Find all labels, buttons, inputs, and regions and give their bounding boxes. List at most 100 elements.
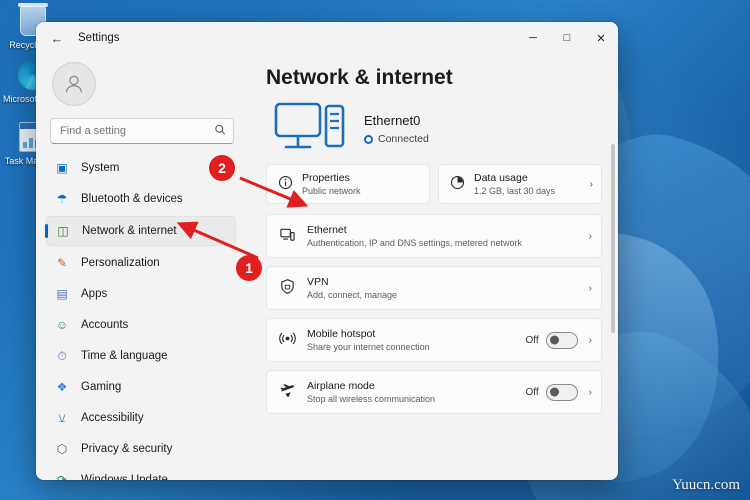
- maximize-icon: □: [563, 32, 571, 44]
- chevron-right-icon: ›: [588, 282, 592, 294]
- accounts-person-icon: ☺: [55, 318, 69, 332]
- window-body: ▣ System ☂ Bluetooth & devices ◫ Network…: [36, 54, 618, 480]
- quick-card-title: Properties: [302, 172, 350, 184]
- sidebar-item-gaming[interactable]: ❖ Gaming: [46, 373, 236, 401]
- vpn-shield-icon: [278, 278, 296, 298]
- maximize-button[interactable]: □: [550, 22, 584, 54]
- connection-status-label: Connected: [378, 133, 429, 145]
- connection-name: Ethernet0: [364, 113, 421, 128]
- apps-icon: ▤: [56, 287, 68, 301]
- page-title: Network & internet: [266, 66, 453, 89]
- sidebar-item-time-language[interactable]: ⏱ Time & language: [46, 342, 236, 370]
- settings-list: Ethernet Authentication, IP and DNS sett…: [266, 214, 602, 414]
- scrollbar-thumb[interactable]: [611, 144, 615, 333]
- list-item-title: Ethernet: [307, 223, 347, 236]
- search-icon: [214, 124, 226, 139]
- window-controls: ─ □ ✕: [516, 22, 618, 54]
- quick-card-subtitle: Public network: [302, 186, 361, 196]
- list-item-subtitle: Share your internet connection: [307, 341, 430, 352]
- accessibility-icon: ⚺: [58, 410, 66, 425]
- chevron-right-icon: ›: [588, 334, 592, 346]
- list-item-ethernet[interactable]: Ethernet Authentication, IP and DNS sett…: [266, 214, 602, 258]
- sidebar-item-label: Accessibility: [81, 412, 144, 424]
- connection-status: Connected: [364, 133, 429, 145]
- back-button[interactable]: ←: [42, 24, 72, 52]
- toggle-group: Off: [525, 383, 578, 401]
- properties-card[interactable]: Properties Public network: [266, 164, 430, 204]
- shield-icon: ⬡: [56, 442, 68, 456]
- data-usage-card[interactable]: Data usage 1.2 GB, last 30 days ›: [438, 164, 602, 204]
- sidebar-item-label: Privacy & security: [81, 443, 173, 455]
- sidebar: ▣ System ☂ Bluetooth & devices ◫ Network…: [36, 54, 244, 480]
- info-icon: [277, 175, 293, 193]
- clock-icon: ⏱: [57, 348, 67, 363]
- sidebar-item-apps[interactable]: ▤ Apps: [46, 280, 236, 308]
- sidebar-item-windows-update[interactable]: ⟳ Windows Update: [46, 466, 236, 480]
- window-titlebar: ← Settings ─ □ ✕: [36, 22, 618, 54]
- sidebar-item-privacy-security[interactable]: ⬡ Privacy & security: [46, 435, 236, 463]
- system-icon: ▣: [56, 161, 68, 175]
- list-item-subtitle: Add, connect, manage: [307, 289, 398, 300]
- avatar: [52, 62, 96, 106]
- list-item-mobile-hotspot[interactable]: Mobile hotspot Share your internet conne…: [266, 318, 602, 362]
- search-container: [50, 118, 234, 144]
- search-input[interactable]: [50, 118, 234, 144]
- network-monitor-icon: [274, 100, 348, 158]
- content-scrollbar[interactable]: [611, 62, 615, 472]
- settings-window: ← Settings ─ □ ✕ Find a setting ▣ System…: [36, 22, 618, 480]
- bluetooth-icon: ☂: [56, 192, 68, 206]
- sidebar-item-label: Network & internet: [82, 225, 177, 237]
- network-icon: ◫: [57, 224, 69, 238]
- sidebar-item-label: Personalization: [81, 257, 160, 269]
- list-item-title: Mobile hotspot: [307, 327, 376, 340]
- quick-actions-row: Properties Public network Data usage 1.2…: [266, 164, 602, 204]
- sidebar-item-label: Windows Update: [81, 474, 168, 480]
- chevron-right-icon: ›: [588, 230, 592, 242]
- toggle-state-label: Off: [525, 386, 539, 398]
- sidebar-item-label: Accounts: [81, 319, 129, 331]
- annotation-marker-2: 2: [209, 155, 235, 181]
- list-item-subtitle: Authentication, IP and DNS settings, met…: [307, 237, 522, 248]
- annotation-marker-1: 1: [236, 255, 262, 281]
- list-item-title: Airplane mode: [307, 379, 375, 392]
- chevron-right-icon: ›: [588, 386, 592, 398]
- sidebar-item-accounts[interactable]: ☺ Accounts: [46, 311, 236, 339]
- quick-card-subtitle: 1.2 GB, last 30 days: [474, 186, 556, 196]
- sidebar-item-accessibility[interactable]: ⚺ Accessibility: [46, 404, 236, 432]
- toggle-state-label: Off: [525, 334, 539, 346]
- sidebar-item-label: Time & language: [81, 350, 168, 362]
- toggle-group: Off: [525, 331, 578, 349]
- status-dot-icon: [364, 134, 373, 144]
- watermark: Yuucn.com: [672, 477, 740, 493]
- back-arrow-icon: ←: [50, 30, 64, 46]
- list-item-vpn[interactable]: VPN Add, connect, manage ›: [266, 266, 602, 310]
- close-icon: ✕: [596, 32, 606, 45]
- window-title: Settings: [78, 32, 120, 44]
- airplane-icon: [278, 382, 296, 402]
- minimize-button[interactable]: ─: [516, 22, 550, 54]
- chevron-right-icon: ›: [589, 178, 593, 190]
- gaming-controller-icon: ❖: [56, 380, 68, 394]
- close-button[interactable]: ✕: [584, 22, 618, 54]
- data-usage-icon: [449, 175, 465, 193]
- sidebar-item-label: Apps: [81, 288, 108, 300]
- update-refresh-icon: ⟳: [56, 473, 68, 480]
- quick-card-title: Data usage: [474, 172, 528, 184]
- desktop: Recycle Bin Microsoft Edge Task Manager …: [0, 0, 750, 500]
- hotspot-icon: [278, 330, 296, 350]
- list-item-title: VPN: [307, 275, 329, 288]
- mobile-hotspot-toggle[interactable]: [545, 331, 578, 349]
- sidebar-item-label: System: [81, 162, 120, 174]
- list-item-airplane-mode[interactable]: Airplane mode Stop all wireless communic…: [266, 370, 602, 414]
- minimize-icon: ─: [529, 32, 537, 44]
- sidebar-item-system[interactable]: ▣ System: [46, 154, 236, 182]
- sidebar-item-label: Gaming: [81, 381, 122, 393]
- sidebar-item-personalization[interactable]: ✎ Personalization: [46, 249, 236, 277]
- sidebar-item-network-internet[interactable]: ◫ Network & internet: [45, 216, 236, 246]
- connection-summary: Ethernet0 Connected: [274, 100, 602, 158]
- airplane-mode-toggle[interactable]: [545, 383, 578, 401]
- account-row[interactable]: [44, 54, 236, 116]
- sidebar-item-label: Bluetooth & devices: [81, 193, 183, 205]
- ethernet-icon: [278, 226, 296, 246]
- sidebar-item-bluetooth-devices[interactable]: ☂ Bluetooth & devices: [46, 185, 236, 213]
